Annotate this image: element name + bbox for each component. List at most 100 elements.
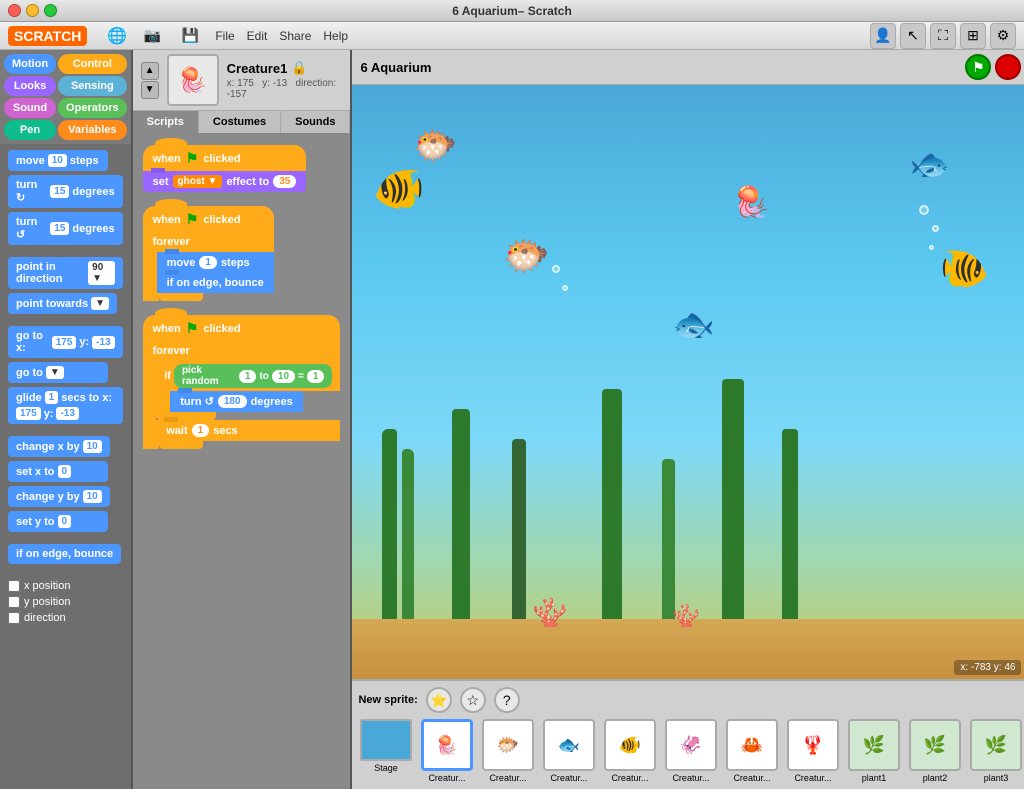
forever-content-2: move 1 steps if on edge, bounce <box>157 252 274 293</box>
cursor-icon[interactable]: ↖ <box>900 23 926 49</box>
point-direction-block[interactable]: point in direction 90 ▼ <box>8 257 123 289</box>
window-title: 6 Aquarium– Scratch <box>452 4 572 18</box>
layout-icon[interactable]: ⊞ <box>960 23 986 49</box>
menu-edit[interactable]: Edit <box>247 29 268 43</box>
fish-5: 🐠 <box>940 245 990 292</box>
glide-block[interactable]: glide 1 secs to x: 175 y: -13 <box>8 387 123 424</box>
camera-icon[interactable]: 📷 <box>139 23 165 49</box>
goto-xy-block[interactable]: go to x: 175 y: -13 <box>8 326 123 358</box>
set-ghost-block[interactable]: set ghost ▼ effect to 35 <box>143 171 307 192</box>
stage-item[interactable]: Stage <box>358 719 413 783</box>
move-block[interactable]: move 10 steps <box>8 150 108 171</box>
sprite-item-creature2[interactable]: 🐡 Creatur... <box>480 719 535 783</box>
cat-variables-button[interactable]: Variables <box>58 120 127 140</box>
sprite-item-creature7[interactable]: 🦞 Creatur... <box>785 719 840 783</box>
plant1-label: plant1 <box>862 773 887 783</box>
point-towards-block[interactable]: point towards ▼ <box>8 293 117 314</box>
sprite-coords: x: 175 y: -13 direction: -157 <box>227 78 343 100</box>
fullscreen-icon[interactable]: ⛶ <box>930 23 956 49</box>
coral-2: 🪸 <box>672 603 699 629</box>
cat-sound-button[interactable]: Sound <box>4 98 56 118</box>
forever-block-2[interactable]: forever move 1 steps if on edge, bounce <box>143 232 274 301</box>
stop-button[interactable] <box>995 54 1021 80</box>
globe-icon[interactable]: 🌐 <box>107 26 127 46</box>
new-sprite-from-library[interactable]: ⭐ <box>426 687 452 713</box>
sprite-item-plant3[interactable]: 🌿 plant3 <box>968 719 1023 783</box>
sprite-gallery: New sprite: ⭐ ☆ ? Stage 🪼 Creatur... <box>352 679 1024 789</box>
menu-help[interactable]: Help <box>323 29 348 43</box>
when-clicked-hat-1[interactable]: when ⚑ clicked <box>143 145 307 171</box>
creature1-thumb: 🪼 <box>421 719 473 771</box>
new-sprite-from-file[interactable]: ☆ <box>460 687 486 713</box>
turn-cw-block[interactable]: turn ↻ 15 degrees <box>8 175 123 208</box>
sprite-item-creature3[interactable]: 🐟 Creatur... <box>541 719 596 783</box>
lock-icon[interactable]: 🔒 <box>291 60 307 76</box>
change-x-block[interactable]: change x by 10 <box>8 436 110 457</box>
cat-motion-button[interactable]: Motion <box>4 54 56 74</box>
forever-side-3 <box>143 361 157 441</box>
sprite-item-plant2[interactable]: 🌿 plant2 <box>907 719 962 783</box>
green-flag-icon-2: ⚑ <box>186 211 199 228</box>
stage-label: Stage <box>374 763 398 773</box>
cat-looks-button[interactable]: Looks <box>4 76 56 96</box>
direction-checkbox[interactable] <box>8 612 20 624</box>
cat-pen-button[interactable]: Pen <box>4 120 56 140</box>
direction-dropdown[interactable]: 90 ▼ <box>88 261 114 285</box>
if-block[interactable]: if pick random 1 to 10 = 1 <box>156 361 340 391</box>
new-sprite-label: New sprite: <box>358 694 417 706</box>
cat-control-button[interactable]: Control <box>58 54 127 74</box>
bubble-5 <box>929 245 934 250</box>
sprite-item-plant1[interactable]: 🌿 plant1 <box>846 719 901 783</box>
direction-label: direction <box>24 612 66 624</box>
cat-sensing-button[interactable]: Sensing <box>58 76 127 96</box>
set-y-block[interactable]: set y to 0 <box>8 511 108 532</box>
seaweed-2 <box>402 449 414 629</box>
green-flag-icon-3: ⚑ <box>186 320 199 337</box>
tab-scripts[interactable]: Scripts <box>133 111 199 133</box>
bounce-block[interactable]: if on edge, bounce <box>157 273 274 293</box>
window-controls[interactable] <box>8 4 57 17</box>
forever-block-3[interactable]: forever if pick random 1 to 10 = 1 <box>143 341 341 449</box>
change-y-block[interactable]: change y by 10 <box>8 486 110 507</box>
set-x-block[interactable]: set x to 0 <box>8 461 108 482</box>
person-icon[interactable]: 👤 <box>870 23 896 49</box>
script-3: when ⚑ clicked forever if pick random 1 … <box>143 315 341 449</box>
plant1-thumb: 🌿 <box>848 719 900 771</box>
save-icon[interactable]: 💾 <box>177 23 203 49</box>
tab-sounds[interactable]: Sounds <box>281 111 350 133</box>
turn-ccw-block[interactable]: turn ↺ 15 degrees <box>8 212 123 245</box>
settings-icon[interactable]: ⚙ <box>990 23 1016 49</box>
sprite-item-creature5[interactable]: 🦑 Creatur... <box>663 719 718 783</box>
direction-checkbox-row: direction <box>8 612 123 624</box>
tab-costumes[interactable]: Costumes <box>199 111 281 133</box>
creature2-label: Creatur... <box>489 773 526 783</box>
when-clicked-hat-3[interactable]: when ⚑ clicked <box>143 315 341 341</box>
change-y-val: 10 <box>83 490 102 503</box>
green-flag-button[interactable]: ⚑ <box>965 54 991 80</box>
edge-bounce-block[interactable]: if on edge, bounce <box>8 544 121 564</box>
plant2-thumb: 🌿 <box>909 719 961 771</box>
sprite-item-creature1[interactable]: 🪼 Creatur... <box>419 719 474 783</box>
turn-180-block[interactable]: turn ↺ 180 degrees <box>170 391 303 412</box>
goto-block[interactable]: go to ▼ <box>8 362 108 383</box>
sprite-item-creature6[interactable]: 🦀 Creatur... <box>724 719 779 783</box>
seaweed-extra <box>782 429 798 629</box>
close-button[interactable] <box>8 4 21 17</box>
sprite-ctrl-down[interactable]: ▼ <box>141 81 159 99</box>
sprite-item-creature4[interactable]: 🐠 Creatur... <box>602 719 657 783</box>
y-position-checkbox[interactable] <box>8 596 20 608</box>
when-clicked-hat-2[interactable]: when ⚑ clicked <box>143 206 274 232</box>
sprite-ctrl-up[interactable]: ▲ <box>141 62 159 80</box>
x-position-checkbox[interactable] <box>8 580 20 592</box>
cat-operators-button[interactable]: Operators <box>58 98 127 118</box>
minimize-button[interactable] <box>26 4 39 17</box>
menu-file[interactable]: File <box>215 29 234 43</box>
menu-share[interactable]: Share <box>279 29 311 43</box>
new-sprite-surprise[interactable]: ? <box>494 687 520 713</box>
goto-dropdown[interactable]: ▼ <box>46 366 64 379</box>
maximize-button[interactable] <box>44 4 57 17</box>
wait-block[interactable]: wait 1 secs <box>156 420 340 441</box>
ghost-dropdown[interactable]: ghost ▼ <box>173 175 223 188</box>
bubble-2 <box>562 285 568 291</box>
towards-dropdown[interactable]: ▼ <box>91 297 109 310</box>
